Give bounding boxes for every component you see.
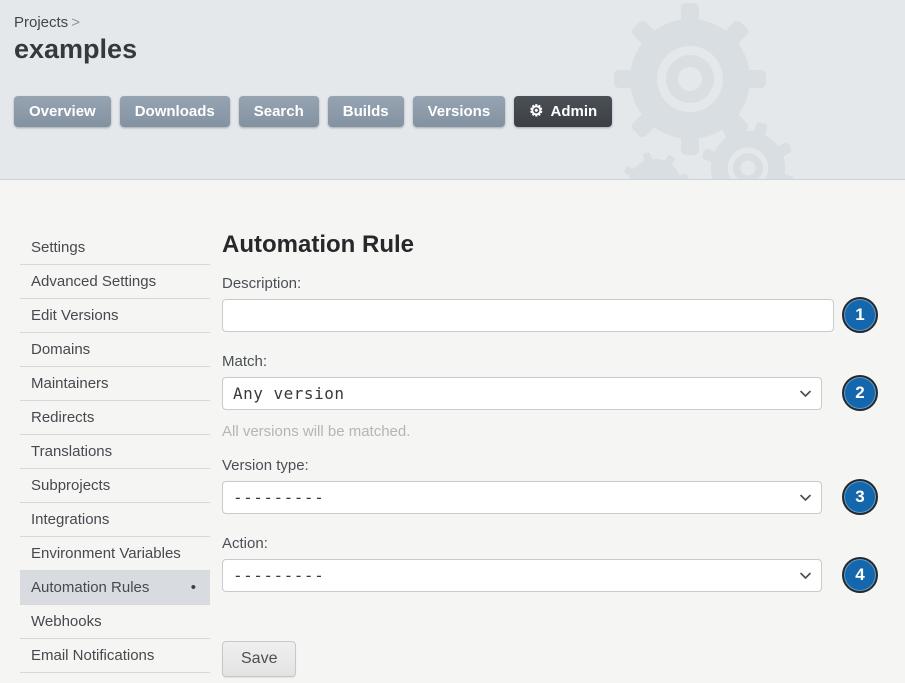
project-header: Projects> examples Overview Downloads Se… (0, 0, 905, 180)
annotation-badge-3: 3 (842, 479, 878, 515)
sidebar-item-redirects[interactable]: Redirects (20, 401, 210, 435)
gear-icon: ⚙ (529, 104, 543, 120)
tab-overview[interactable]: Overview (14, 96, 111, 127)
tab-overview-label: Overview (29, 103, 96, 120)
sidebar-item-maintainers[interactable]: Maintainers (20, 367, 210, 401)
match-label: Match: (222, 353, 905, 370)
tab-downloads-label: Downloads (135, 103, 215, 120)
breadcrumb: Projects> (14, 14, 905, 31)
admin-menu: Settings Advanced Settings Edit Versions… (20, 231, 210, 683)
description-field-row: Description: 1 (222, 275, 905, 333)
sidebar-item-subprojects[interactable]: Subprojects (20, 469, 210, 503)
project-tabs: Overview Downloads Search Builds Version… (14, 96, 612, 127)
sidebar-item-email-notifications[interactable]: Email Notifications (20, 639, 210, 673)
version-type-select[interactable]: --------- (222, 481, 822, 514)
tab-versions[interactable]: Versions (413, 96, 506, 127)
sidebar-item-advanced-settings[interactable]: Advanced Settings (20, 265, 210, 299)
description-label: Description: (222, 275, 905, 292)
sidebar-item-traffic-analytics[interactable]: Traffic Analytics (20, 673, 210, 683)
page-title: examples (14, 34, 905, 65)
action-select[interactable]: --------- (222, 559, 822, 592)
breadcrumb-projects-link[interactable]: Projects (14, 14, 68, 31)
form-title: Automation Rule (222, 231, 905, 259)
tab-versions-label: Versions (428, 103, 491, 120)
sidebar-item-environment-variables[interactable]: Environment Variables (20, 537, 210, 571)
tab-search[interactable]: Search (239, 96, 319, 127)
match-help-text: All versions will be matched. (222, 423, 905, 440)
annotation-badge-2: 2 (842, 375, 878, 411)
annotation-badge-1: 1 (842, 297, 878, 333)
sidebar-item-edit-versions[interactable]: Edit Versions (20, 299, 210, 333)
match-field-row: Match: Any version 2 All versions will b… (222, 353, 905, 440)
match-select[interactable]: Any version (222, 377, 822, 410)
sidebar-item-webhooks[interactable]: Webhooks (20, 605, 210, 639)
version-type-label: Version type: (222, 457, 905, 474)
tab-builds-label: Builds (343, 103, 389, 120)
tab-admin-label: Admin (551, 103, 598, 120)
chevron-down-icon (800, 494, 811, 502)
version-type-select-value: --------- (233, 488, 324, 507)
sidebar-item-settings[interactable]: Settings (20, 231, 210, 265)
tab-builds[interactable]: Builds (328, 96, 404, 127)
action-label: Action: (222, 535, 905, 552)
admin-sidebar: Settings Advanced Settings Edit Versions… (20, 231, 210, 683)
version-type-field-row: Version type: --------- 3 (222, 457, 905, 515)
chevron-down-icon (800, 390, 811, 398)
app-window: Projects> examples Overview Downloads Se… (0, 0, 905, 683)
annotation-badge-4: 4 (842, 557, 878, 593)
sidebar-item-translations[interactable]: Translations (20, 435, 210, 469)
chevron-down-icon (800, 572, 811, 580)
page-body: Settings Advanced Settings Edit Versions… (0, 180, 905, 683)
sidebar-item-domains[interactable]: Domains (20, 333, 210, 367)
tab-admin[interactable]: ⚙ Admin (514, 96, 612, 127)
tab-downloads[interactable]: Downloads (120, 96, 230, 127)
automation-rule-form: Automation Rule Description: 1 Match: (222, 231, 905, 683)
description-input[interactable] (222, 299, 834, 332)
breadcrumb-separator: > (71, 14, 80, 31)
sidebar-item-automation-rules[interactable]: Automation Rules • (20, 571, 210, 605)
active-item-bullet: • (191, 578, 196, 597)
match-select-value: Any version (233, 384, 344, 403)
tab-search-label: Search (254, 103, 304, 120)
save-button[interactable]: Save (222, 641, 296, 677)
sidebar-item-integrations[interactable]: Integrations (20, 503, 210, 537)
action-field-row: Action: --------- 4 (222, 535, 905, 593)
sidebar-item-automation-rules-label: Automation Rules (31, 579, 149, 596)
action-select-value: --------- (233, 566, 324, 585)
